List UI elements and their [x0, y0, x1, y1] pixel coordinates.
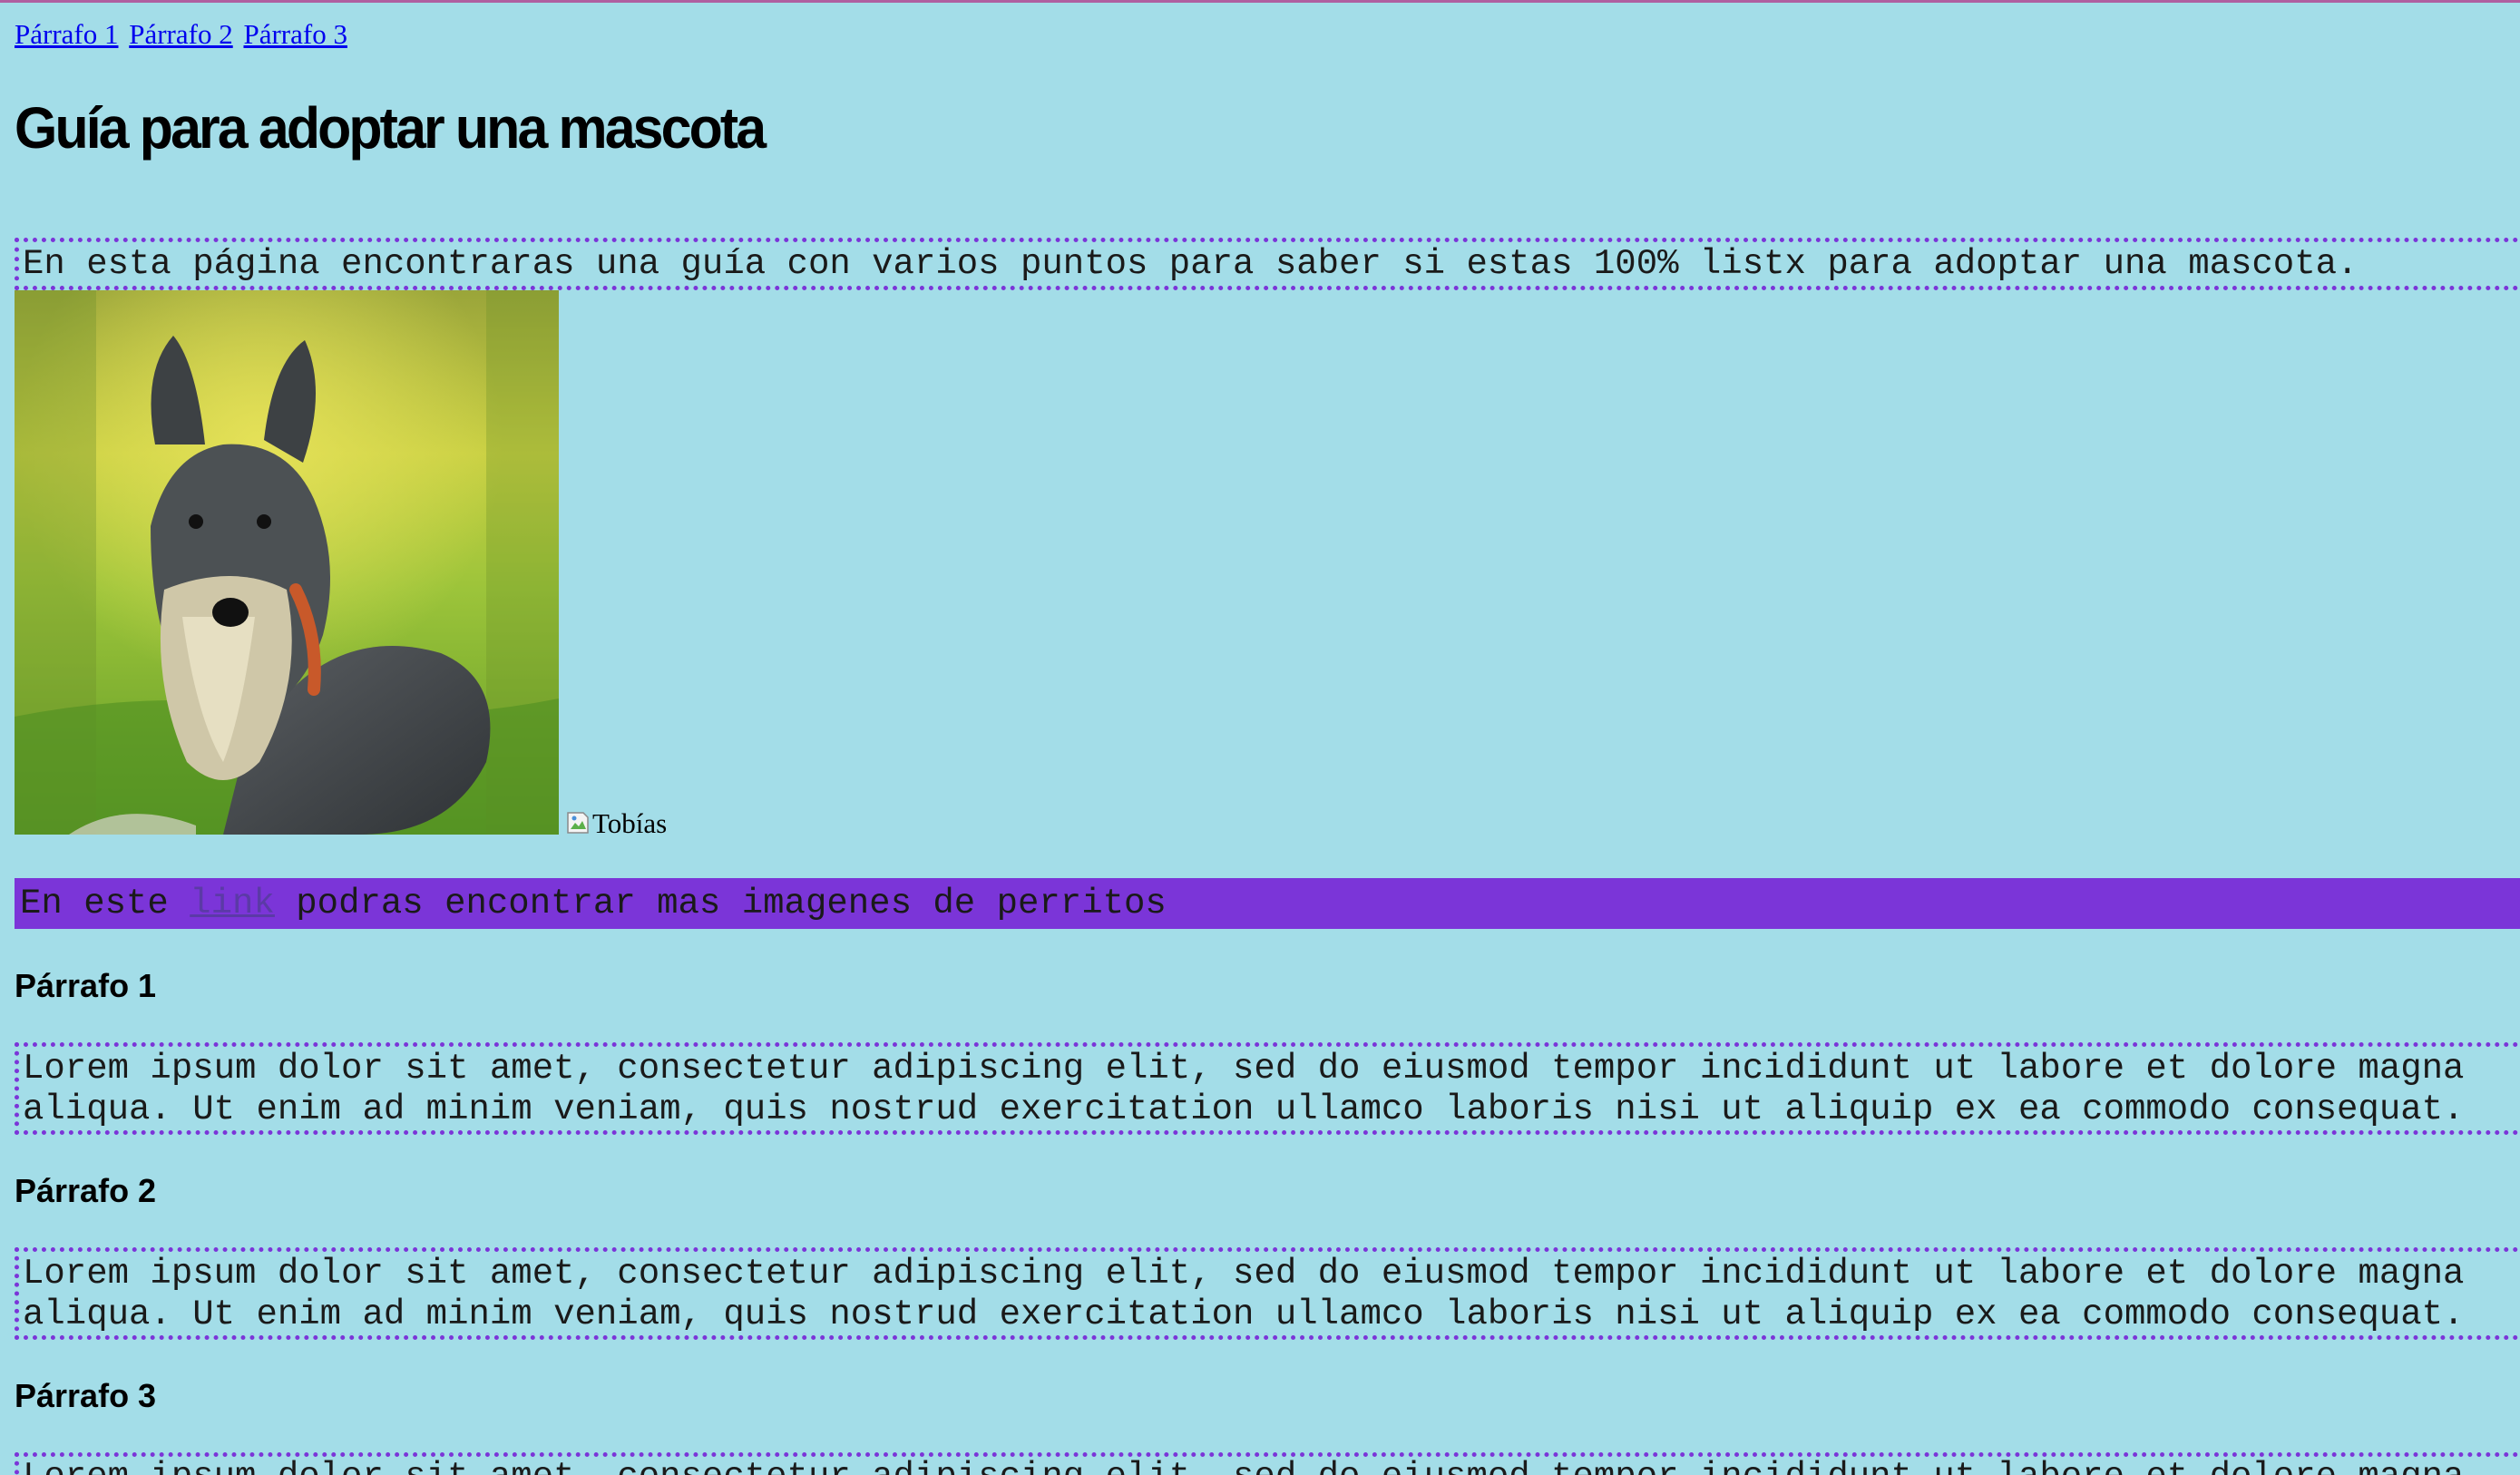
intro-paragraph: En esta página encontraras una guía con … — [15, 238, 2520, 290]
dog-images-link[interactable]: link — [190, 884, 275, 923]
section-heading-parrafo-3: Párrafo 3 — [15, 1377, 157, 1414]
page-title: Guía para adoptar una mascota — [15, 95, 767, 161]
paragraph-line: Lorem ipsum dolor sit amet, consectetur … — [23, 1457, 2520, 1475]
paragraph-line: Lorem ipsum dolor sit amet, consectetur … — [23, 1049, 2465, 1089]
section-paragraph-3: Lorem ipsum dolor sit amet, consectetur … — [15, 1452, 2520, 1475]
page: Párrafo 1 Párrafo 2 Párrafo 3 Guía para … — [0, 0, 2520, 1475]
section-heading-parrafo-1: Párrafo 1 — [15, 967, 157, 1004]
anchor-nav: Párrafo 1 Párrafo 2 Párrafo 3 — [15, 17, 351, 52]
broken-image-icon — [567, 812, 589, 834]
banner-text-before: En este — [20, 884, 190, 923]
section-heading-parrafo-2: Párrafo 2 — [15, 1172, 157, 1209]
broken-image-tobias: Tobías — [565, 806, 667, 841]
paragraph-line: Lorem ipsum dolor sit amet, consectetur … — [23, 1254, 2465, 1294]
schnauzer-photo — [15, 290, 559, 835]
section-paragraph-2: Lorem ipsum dolor sit amet, consectetur … — [15, 1247, 2520, 1340]
nav-link-parrafo-1[interactable]: Párrafo 1 — [15, 18, 118, 50]
nav-link-parrafo-3[interactable]: Párrafo 3 — [243, 18, 347, 50]
broken-image-alt-text: Tobías — [592, 807, 668, 839]
section-paragraph-1: Lorem ipsum dolor sit amet, consectetur … — [15, 1042, 2520, 1135]
banner-text-after: podras encontrar mas imagenes de perrito… — [274, 884, 1167, 923]
paragraph-line: aliqua. Ut enim ad minim veniam, quis no… — [23, 1089, 2465, 1129]
nav-link-parrafo-2[interactable]: Párrafo 2 — [129, 18, 232, 50]
dog-images-banner: En este link podras encontrar mas imagen… — [15, 878, 2520, 929]
paragraph-line: aliqua. Ut enim ad minim veniam, quis no… — [23, 1294, 2465, 1334]
